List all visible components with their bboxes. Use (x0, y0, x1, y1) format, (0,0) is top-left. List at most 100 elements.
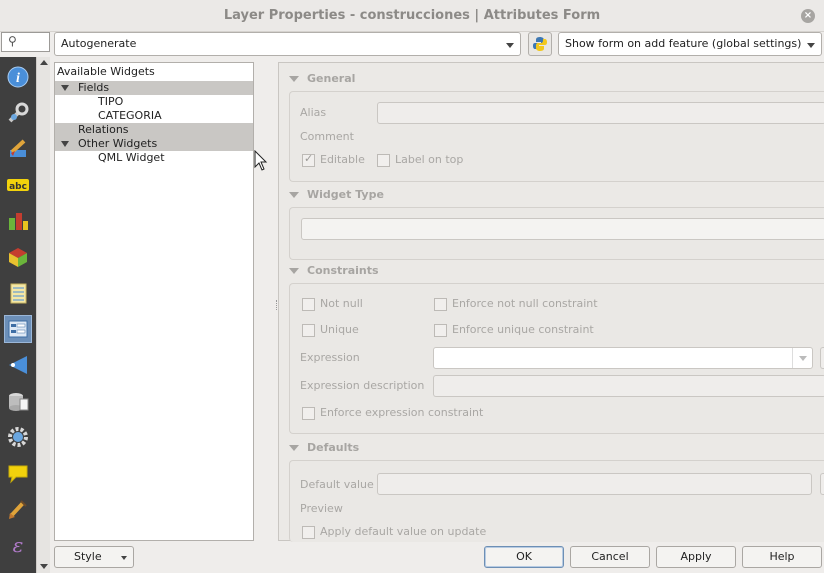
section-title: Constraints (307, 264, 379, 277)
tree-item-field[interactable]: TIPO (55, 95, 253, 109)
search-icon: ⚲ (8, 34, 17, 48)
not-null-checkbox[interactable] (302, 298, 315, 311)
label-on-top-checkbox[interactable] (377, 154, 390, 167)
default-value-expression-button[interactable] (820, 473, 824, 495)
fields-table-icon (10, 283, 27, 304)
display-tips-icon (8, 465, 28, 484)
enforce-expression-label: Enforce expression constraint (320, 406, 484, 419)
tree-node-label: Relations (78, 123, 129, 136)
expression-dropdown-button[interactable] (792, 348, 812, 368)
sidebar-item-auxiliary-storage[interactable] (4, 387, 32, 415)
chevron-down-icon (121, 556, 127, 560)
rendering-brush-icon (9, 500, 27, 519)
tree-node-label: Fields (78, 81, 110, 94)
default-value-input[interactable] (377, 473, 812, 495)
section-general[interactable]: General (289, 72, 355, 85)
cancel-button[interactable]: Cancel (570, 546, 650, 568)
apply-default-on-update-checkbox[interactable] (302, 526, 315, 539)
section-title: Widget Type (307, 188, 384, 201)
scroll-up-icon[interactable] (40, 60, 48, 65)
source-settings-icon (8, 102, 29, 123)
apply-button[interactable]: Apply (656, 546, 736, 568)
scroll-down-icon[interactable] (40, 564, 48, 569)
apply-default-on-update-label: Apply default value on update (320, 525, 487, 538)
diagrams-icon (9, 213, 28, 230)
sidebar-scrollbar[interactable] (36, 57, 50, 573)
variables-epsilon-icon: ε (13, 534, 24, 556)
sidebar-item-labels[interactable]: abc (4, 171, 32, 199)
close-icon[interactable]: × (801, 9, 815, 23)
sidebar-item-rendering[interactable] (4, 495, 32, 523)
expression-builder-button[interactable] (820, 347, 824, 369)
actions-gear-icon (8, 427, 28, 447)
tree-item-label: CATEGORIA (98, 109, 162, 122)
available-widgets-tree[interactable]: Available Widgets Fields TIPO CATEGORIA … (54, 62, 254, 541)
alias-input[interactable] (377, 102, 824, 124)
tree-header: Available Widgets (57, 65, 155, 78)
python-init-button[interactable] (528, 32, 552, 56)
show-form-dropdown[interactable]: Show form on add feature (global setting… (558, 32, 822, 56)
defaults-group: Default value Preview Apply default valu… (289, 460, 824, 542)
section-defaults[interactable]: Defaults (289, 441, 359, 454)
tree-node-relations[interactable]: Relations (55, 123, 253, 137)
alias-label: Alias (300, 106, 327, 119)
tree-item-field[interactable]: CATEGORIA (55, 109, 253, 123)
window-title: Layer Properties - construcciones | Attr… (223, 8, 601, 23)
sidebar-item-diagrams[interactable] (4, 207, 32, 235)
layout-mode-dropdown[interactable]: Autogenerate (54, 32, 521, 56)
expand-arrow-icon[interactable] (61, 85, 69, 91)
svg-text:abc: abc (9, 182, 27, 192)
collapse-arrow-icon (289, 445, 299, 451)
sidebar-item-attributes-form[interactable] (4, 315, 32, 343)
collapse-arrow-icon (289, 268, 299, 274)
sidebar-item-source[interactable] (4, 99, 32, 127)
sidebar-item-symbology[interactable] (4, 135, 32, 163)
preview-label: Preview (300, 502, 343, 515)
3d-view-icon (9, 248, 27, 267)
search-input[interactable]: ⚲ (1, 32, 50, 52)
editable-checkbox[interactable] (302, 152, 315, 167)
expression-label: Expression (300, 351, 360, 364)
tree-node-fields[interactable]: Fields (55, 81, 253, 95)
expression-input[interactable] (433, 347, 813, 369)
expression-description-input[interactable] (433, 375, 824, 397)
joins-icon (9, 356, 27, 374)
chevron-down-icon (799, 356, 807, 361)
chevron-down-icon (506, 43, 514, 48)
properties-sidebar: i abc ε (0, 57, 36, 573)
sidebar-item-display[interactable] (4, 459, 32, 487)
sidebar-item-information[interactable]: i (4, 63, 32, 91)
collapse-arrow-icon (289, 76, 299, 82)
tree-item-qml-widget[interactable]: QML Widget (55, 151, 253, 165)
attributes-form-icon (8, 320, 28, 338)
ok-button[interactable]: OK (484, 546, 564, 568)
expand-arrow-icon[interactable] (61, 141, 69, 147)
unique-checkbox[interactable] (302, 324, 315, 337)
section-title: Defaults (307, 441, 360, 454)
enforce-not-null-checkbox[interactable] (434, 298, 447, 311)
section-constraints[interactable]: Constraints (289, 264, 379, 277)
comment-label: Comment (300, 130, 354, 143)
sidebar-item-joins[interactable] (4, 351, 32, 379)
section-widget-type[interactable]: Widget Type (289, 188, 384, 201)
tree-item-label: TIPO (98, 95, 124, 108)
sidebar-item-variables[interactable]: ε (4, 531, 32, 559)
section-title: General (307, 72, 356, 85)
style-menu-button[interactable]: Style (54, 546, 134, 568)
unique-label: Unique (320, 323, 359, 336)
tree-node-other-widgets[interactable]: Other Widgets (55, 137, 253, 151)
enforce-unique-label: Enforce unique constraint (452, 323, 594, 336)
svg-text:ε: ε (13, 534, 24, 556)
sidebar-item-3d-view[interactable] (4, 243, 32, 271)
enforce-unique-checkbox[interactable] (434, 324, 447, 337)
auxiliary-storage-icon (9, 393, 29, 411)
tree-item-label: QML Widget (98, 151, 165, 164)
enforce-not-null-label: Enforce not null constraint (452, 297, 598, 310)
sidebar-item-actions[interactable] (4, 423, 32, 451)
enforce-expression-checkbox[interactable] (302, 407, 315, 420)
widget-type-dropdown[interactable] (301, 218, 824, 240)
general-group: Alias Comment Editable Label on top (289, 91, 824, 182)
help-button[interactable]: Help (742, 546, 822, 568)
sidebar-item-fields[interactable] (4, 279, 32, 307)
chevron-down-icon (807, 43, 815, 48)
